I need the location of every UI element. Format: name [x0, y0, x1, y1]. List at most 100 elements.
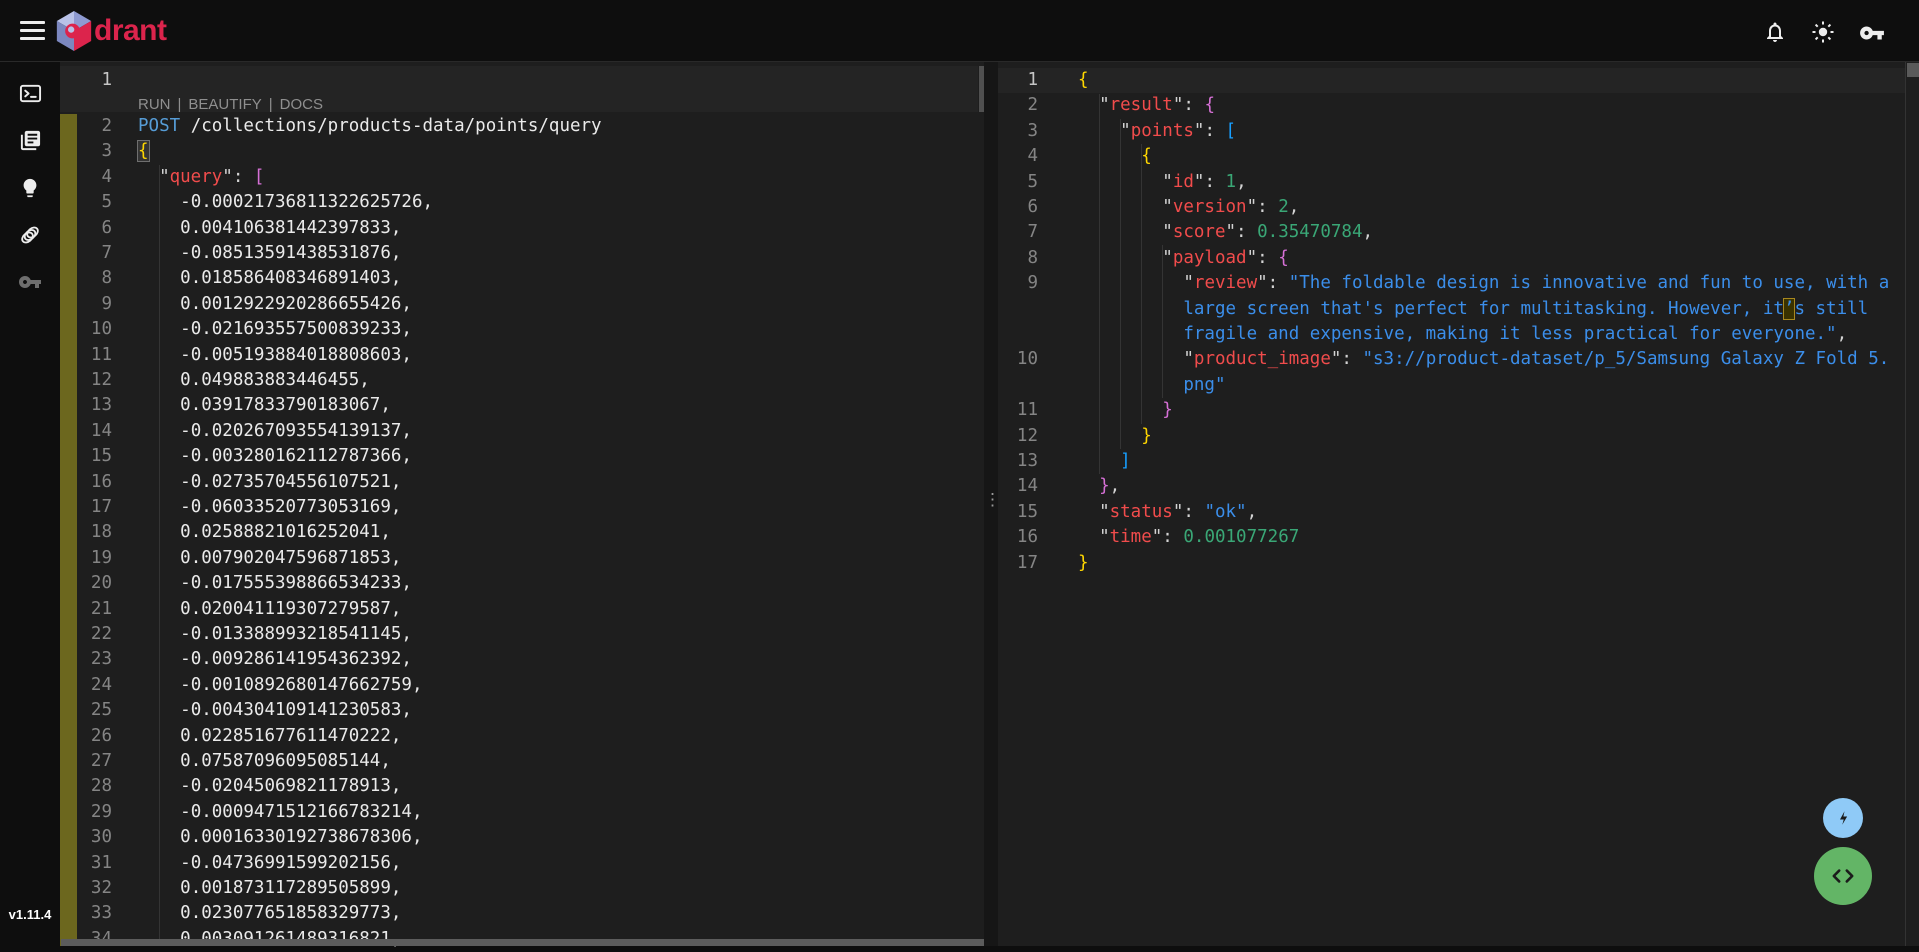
sidebar-item-console[interactable]	[0, 71, 60, 115]
response-code-line: "points": [	[1078, 119, 1236, 144]
response-code-line: ]	[1078, 449, 1131, 474]
request-code-line: -0.020267093554139137,	[138, 419, 412, 444]
request-code-line: -0.017555398866534233,	[138, 571, 412, 596]
line-number: 31	[60, 851, 112, 876]
line-number: 25	[60, 698, 112, 723]
line-number: 15	[998, 500, 1038, 525]
left-sidebar: v1.11.4	[0, 62, 60, 946]
docs-link[interactable]: DOCS	[280, 96, 323, 113]
qdrant-cube-icon	[56, 11, 92, 51]
request-code-line: -0.02045069821178913,	[138, 774, 401, 799]
request-code-line: -0.004304109141230583,	[138, 698, 412, 723]
request-code-line: -0.0009471512166783214,	[138, 800, 422, 825]
response-code-line: "time": 0.001077267	[1078, 525, 1299, 550]
request-code-line: -0.02735704556107521,	[138, 470, 401, 495]
line-number: 14	[998, 474, 1038, 499]
api-key-icon[interactable]	[1859, 20, 1883, 44]
request-code-line: 0.020041119307279587,	[138, 597, 401, 622]
request-code-line: 0.018586408346891403,	[138, 266, 401, 291]
request-code-line: 0.007902047596871853,	[138, 546, 401, 571]
line-number: 14	[60, 419, 112, 444]
line-number: 9	[998, 271, 1038, 296]
response-code-line: fragile and expensive, making it less pr…	[1078, 322, 1847, 347]
sidebar-item-tutorial[interactable]	[0, 166, 60, 210]
collections-icon	[19, 129, 42, 152]
brand-text: drant	[94, 14, 167, 48]
line-number: 8	[998, 246, 1038, 271]
theme-toggle-sun-icon[interactable]	[1811, 20, 1835, 44]
request-code-line: 0.03917833790183067,	[138, 393, 391, 418]
line-number: 13	[60, 393, 112, 418]
request-code-line: 0.0012922920286655426,	[138, 292, 412, 317]
line-number: 1	[998, 68, 1038, 93]
beautify-link[interactable]: BEAUTIFY	[188, 96, 261, 113]
response-code-line: large screen that's perfect for multitas…	[1078, 297, 1868, 322]
line-number: 22	[60, 622, 112, 647]
app-version: v1.11.4	[0, 907, 60, 922]
hamburger-menu-icon[interactable]	[20, 21, 45, 40]
line-number: 12	[60, 368, 112, 393]
line-number: 19	[60, 546, 112, 571]
request-code-line: -0.021693557500839233,	[138, 317, 412, 342]
qdrant-logo[interactable]: drant	[56, 11, 167, 51]
request-code-line: -0.08513591438531876,	[138, 241, 401, 266]
line-number: 16	[60, 470, 112, 495]
request-code-line: -0.04736991599202156,	[138, 851, 401, 876]
panel-splitter[interactable]: ⋮	[984, 62, 998, 946]
response-code-line: "version": 2,	[1078, 195, 1299, 220]
line-number: 17	[998, 551, 1038, 576]
line-number: 20	[60, 571, 112, 596]
request-code-line: 0.023077651858329773,	[138, 901, 401, 926]
response-vertical-scrollbar[interactable]	[1907, 63, 1919, 77]
line-number: 4	[60, 165, 112, 190]
request-horizontal-scrollbar[interactable]	[61, 939, 988, 946]
line-number: 6	[60, 216, 112, 241]
line-number: 33	[60, 901, 112, 926]
notifications-bell-icon[interactable]	[1763, 20, 1787, 44]
response-code-line: {	[1078, 144, 1152, 169]
response-code-line: "result": {	[1078, 93, 1215, 118]
codelens-separator: |	[269, 96, 273, 113]
response-code-line: "payload": {	[1078, 246, 1289, 271]
request-code-line: 0.00016330192738678306,	[138, 825, 422, 850]
sidebar-item-collections[interactable]	[0, 118, 60, 162]
request-code-line: 0.02588821016252041,	[138, 520, 391, 545]
request-code-line: {	[138, 139, 149, 164]
line-number: 10	[998, 347, 1038, 372]
line-number: 9	[60, 292, 112, 317]
line-number: 24	[60, 673, 112, 698]
run-link[interactable]: RUN	[138, 96, 171, 113]
code-snippets-button[interactable]	[1814, 847, 1872, 905]
splitter-grip-icon[interactable]: ⋮	[984, 494, 998, 534]
sidebar-item-access-tokens[interactable]	[0, 260, 60, 304]
line-number: 6	[998, 195, 1038, 220]
response-scrollbar-track[interactable]	[1905, 62, 1919, 946]
line-number: 26	[60, 724, 112, 749]
line-number: 2	[998, 93, 1038, 118]
top-bar: drant	[0, 0, 1919, 62]
response-code-line: png"	[1078, 373, 1226, 398]
line-number: 3	[998, 119, 1038, 144]
request-code-line: -0.013388993218541145,	[138, 622, 412, 647]
line-number: 21	[60, 597, 112, 622]
request-code-line: 0.049883883446455,	[138, 368, 370, 393]
request-code-line: -0.009286141954362392,	[138, 647, 412, 672]
response-code-line: }	[1078, 551, 1089, 576]
line-number: 32	[60, 876, 112, 901]
line-number: 27	[60, 749, 112, 774]
line-number: 15	[60, 444, 112, 469]
request-code-line: "query": [	[138, 165, 264, 190]
response-code-line: {	[1078, 68, 1089, 93]
sidebar-item-datasets[interactable]	[0, 213, 60, 257]
response-code-line: }	[1078, 398, 1173, 423]
line-number: 5	[60, 190, 112, 215]
line-number: 8	[60, 266, 112, 291]
line-number: 2	[60, 114, 112, 139]
line-number: 16	[998, 525, 1038, 550]
terminal-icon	[19, 82, 42, 105]
line-number: 11	[998, 398, 1038, 423]
request-code-line: -0.005193884018808603,	[138, 343, 412, 368]
request-code-line: 0.001873117289505899,	[138, 876, 401, 901]
qdrant-console-page: drant	[0, 0, 1919, 946]
run-request-button[interactable]	[1823, 798, 1863, 838]
